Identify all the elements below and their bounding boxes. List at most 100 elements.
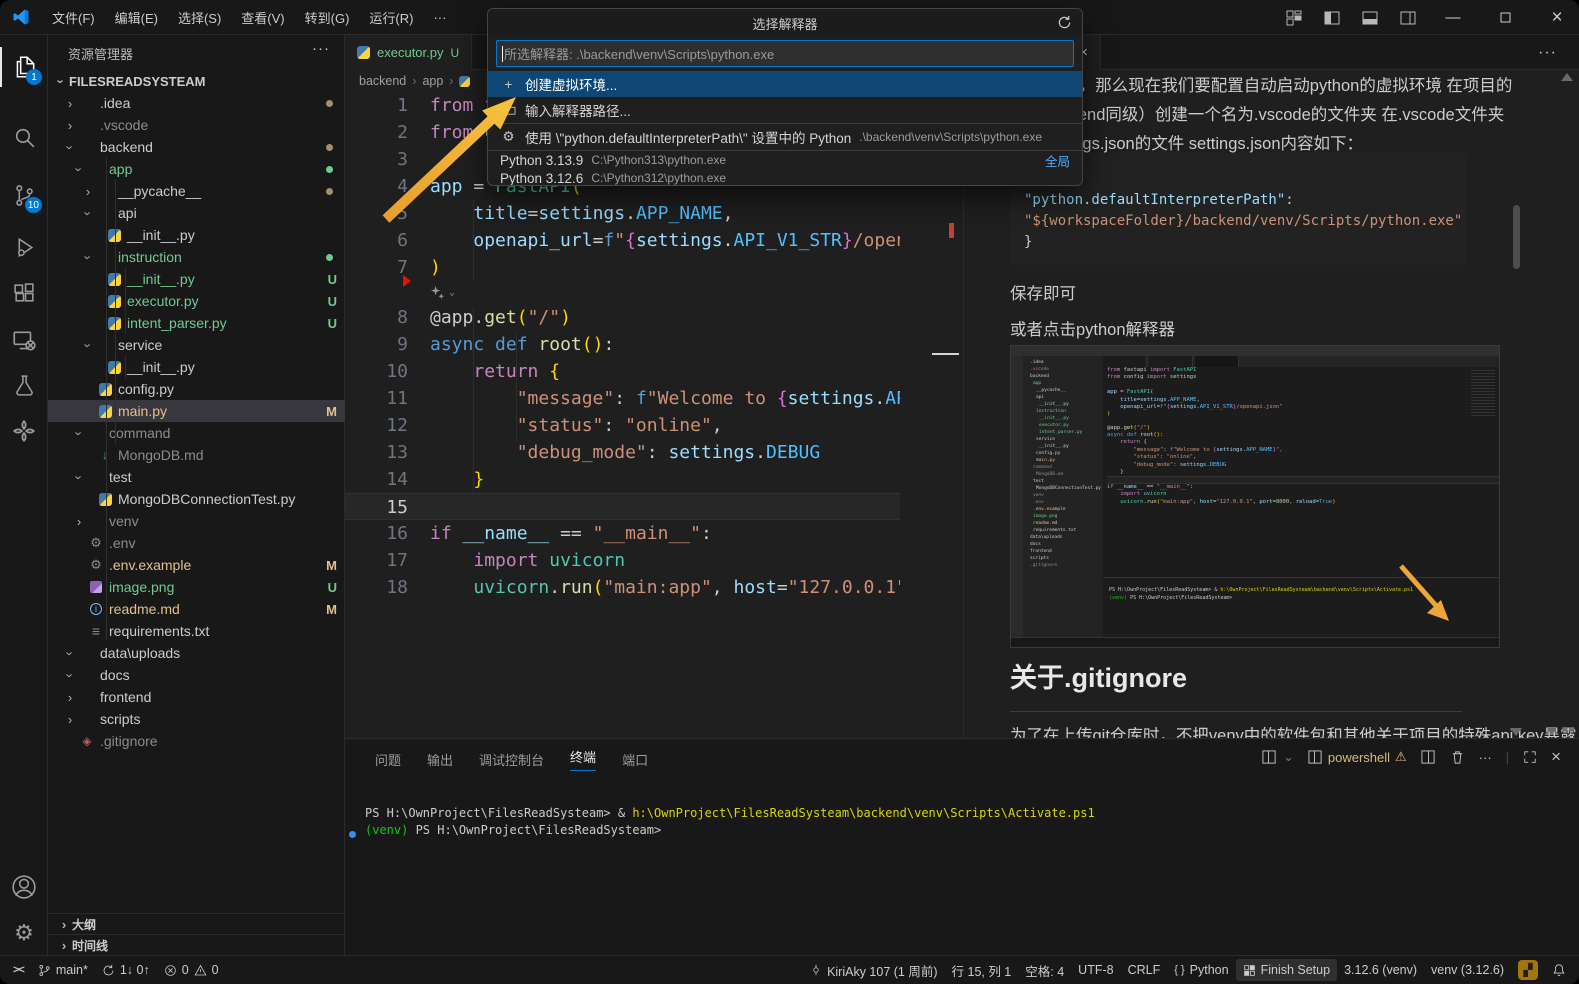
tree-item-MongoDB.md[interactable]: ↓MongoDB.md xyxy=(48,444,345,466)
task-item[interactable]: Finish Setup xyxy=(1236,959,1337,981)
tree-item-frontend[interactable]: ›frontend xyxy=(48,686,345,708)
launch-profile-icon[interactable] xyxy=(1262,750,1277,765)
explorer-icon[interactable]: 1 xyxy=(0,47,48,87)
close-button[interactable]: × xyxy=(1535,1,1579,35)
tree-item-scripts[interactable]: ›scripts xyxy=(48,708,345,730)
menu-运行(R)[interactable]: 运行(R) xyxy=(359,4,423,31)
notifications-bell-icon[interactable] xyxy=(1545,959,1573,981)
refresh-icon[interactable] xyxy=(1057,15,1072,30)
tree-item-command[interactable]: ›command xyxy=(48,422,345,444)
tree-item-instruction[interactable]: ›instruction xyxy=(48,246,345,268)
split-terminal-icon[interactable] xyxy=(1421,750,1436,765)
account-icon[interactable] xyxy=(0,867,48,907)
menu-转到(G)[interactable]: 转到(G) xyxy=(295,4,360,31)
inline-chat-widget[interactable]: ⌄ xyxy=(345,281,900,304)
tree-item-.gitignore[interactable]: ◈.gitignore xyxy=(48,730,345,752)
panel-tab-调试控制台[interactable]: 调试控制台 xyxy=(479,750,544,769)
scroll-up-arrow-icon[interactable] xyxy=(1561,73,1573,81)
tree-item-api[interactable]: ›api xyxy=(48,202,345,224)
preview-scrollbar-thumb[interactable] xyxy=(1513,205,1520,269)
quickpick-item-0[interactable]: +创建虚拟环境... xyxy=(488,71,1082,97)
tree-item-MongoDBConnectionTest.py[interactable]: MongoDBConnectionTest.py xyxy=(48,488,345,510)
cursor-position-item[interactable]: 行 15, 列 1 xyxy=(945,959,1019,981)
scroll-down-arrow-icon[interactable] xyxy=(1510,728,1522,736)
tree-item-service[interactable]: ›service xyxy=(48,334,345,356)
git-branch-item[interactable]: main* xyxy=(31,959,95,981)
outline-section[interactable]: ›大纲 xyxy=(48,913,345,934)
tree-item-app[interactable]: ›app xyxy=(48,158,345,180)
maximize-button[interactable] xyxy=(1483,1,1527,35)
kill-terminal-icon[interactable] xyxy=(1450,750,1465,765)
tree-item-__pycache__[interactable]: ›__pycache__ xyxy=(48,180,345,202)
tree-item-requirements.txt[interactable]: ≡requirements.txt xyxy=(48,620,345,642)
explorer-more-icon[interactable]: ··· xyxy=(312,40,330,57)
tree-item-config.py[interactable]: config.py xyxy=(48,378,345,400)
close-panel-icon[interactable]: × xyxy=(1551,747,1561,767)
ai-extension-icon[interactable] xyxy=(0,411,48,451)
tree-item-docs[interactable]: ›docs xyxy=(48,664,345,686)
minimize-button[interactable]: — xyxy=(1431,1,1475,35)
tree-item-venv[interactable]: ›venv xyxy=(48,510,345,532)
panel-tab-输出[interactable]: 输出 xyxy=(427,750,453,769)
terminal-output[interactable]: PS H:\OwnProject\FilesReadSysteam> & h:\… xyxy=(365,805,1095,839)
run-debug-icon[interactable] xyxy=(0,227,48,267)
timeline-section[interactable]: ›时间线 xyxy=(48,934,345,955)
breadcrumb-item[interactable]: backend xyxy=(359,74,406,88)
terminal-instance-item[interactable]: powershell ⚠ xyxy=(1308,749,1407,765)
panel-tab-端口[interactable]: 端口 xyxy=(622,750,648,769)
quickpick-item-1[interactable]: 输入解释器路径... xyxy=(488,97,1082,123)
tree-item-executor.py[interactable]: executor.pyU xyxy=(48,290,345,312)
menu-查看(V)[interactable]: 查看(V) xyxy=(231,4,294,31)
search-icon[interactable] xyxy=(0,117,48,157)
explorer-root-header[interactable]: › FILESREADSYSTEAM xyxy=(48,70,345,92)
encoding-item[interactable]: UTF-8 xyxy=(1071,959,1120,981)
tree-item-.env[interactable]: ⚙.env xyxy=(48,532,345,554)
venv-item[interactable]: venv (3.12.6) xyxy=(1424,959,1511,981)
tree-item-readme.md[interactable]: ireadme.mdM xyxy=(48,598,345,620)
testing-icon[interactable] xyxy=(0,365,48,405)
tree-item-__init__.py[interactable]: __init__.pyU xyxy=(48,268,345,290)
tree-item-.vscode[interactable]: ›.vscode xyxy=(48,114,345,136)
eol-item[interactable]: CRLF xyxy=(1121,959,1168,981)
indentation-item[interactable]: 空格: 4 xyxy=(1018,959,1071,981)
quickpick-item-3[interactable]: Python 3.13.9C:\Python313\python.exe全局 xyxy=(488,151,1082,169)
toggle-sidebar-icon[interactable] xyxy=(1317,6,1347,30)
global-link[interactable]: 全局 xyxy=(1045,151,1070,170)
settings-gear-icon[interactable]: ⚙ xyxy=(0,913,48,953)
tree-item-test[interactable]: ›test xyxy=(48,466,345,488)
problems-item[interactable]: 0 0 xyxy=(157,959,226,981)
panel-tab-终端[interactable]: 终端 xyxy=(570,747,596,771)
customize-layout-icon[interactable] xyxy=(1279,6,1309,30)
extensions-icon[interactable] xyxy=(0,273,48,313)
menu-选择(S)[interactable]: 选择(S) xyxy=(168,4,231,31)
maximize-panel-icon[interactable] xyxy=(1523,750,1537,764)
menu-more[interactable]: ··· xyxy=(423,6,456,29)
menu-文件(F)[interactable]: 文件(F) xyxy=(42,4,105,31)
tree-item-__init__.py[interactable]: __init__.py xyxy=(48,356,345,378)
editor2-more-icon[interactable]: ··· xyxy=(1538,44,1557,62)
breadcrumb-item[interactable]: app xyxy=(422,74,443,88)
remote-explorer-icon[interactable] xyxy=(0,321,48,361)
language-mode-item[interactable]: { }Python xyxy=(1167,959,1235,981)
source-control-icon[interactable]: 10 xyxy=(0,175,48,215)
tree-item-data\uploads[interactable]: ›data\uploads xyxy=(48,642,345,664)
panel-tab-问题[interactable]: 问题 xyxy=(375,750,401,769)
code-editor[interactable]: 1from fastapi import FastAPI2from config… xyxy=(345,92,900,738)
tree-item-__init__.py[interactable]: __init__.py xyxy=(48,224,345,246)
python-interpreter-item[interactable]: 3.12.6 (venv) xyxy=(1337,959,1424,981)
tree-item-image.png[interactable]: image.pngU xyxy=(48,576,345,598)
quickpick-item-4[interactable]: Python 3.12.6C:\Python312\python.exe xyxy=(488,169,1082,186)
tree-item-.env.example[interactable]: ⚙.env.exampleM xyxy=(48,554,345,576)
tree-item-backend[interactable]: ›backend xyxy=(48,136,345,158)
tree-item-intent_parser.py[interactable]: intent_parser.pyU xyxy=(48,312,345,334)
toggle-panel-icon[interactable] xyxy=(1355,6,1385,30)
blame-item[interactable]: KiriAky 107 (1 周前) xyxy=(803,959,944,981)
quickpick-item-2[interactable]: ⚙使用 \"python.defaultInterpreterPath\" 设置… xyxy=(488,124,1082,150)
tree-item-.idea[interactable]: ›.idea xyxy=(48,92,345,114)
interpreter-search-input[interactable]: 所选解释器: .\backend\venv\Scripts\python.exe xyxy=(496,40,1074,67)
toggle-secondary-sidebar-icon[interactable] xyxy=(1393,6,1423,30)
remote-indicator[interactable]: >< xyxy=(6,959,31,981)
overview-ruler[interactable] xyxy=(900,92,963,738)
tree-item-main.py[interactable]: main.pyM xyxy=(48,400,345,422)
menu-编辑(E)[interactable]: 编辑(E) xyxy=(105,4,168,31)
